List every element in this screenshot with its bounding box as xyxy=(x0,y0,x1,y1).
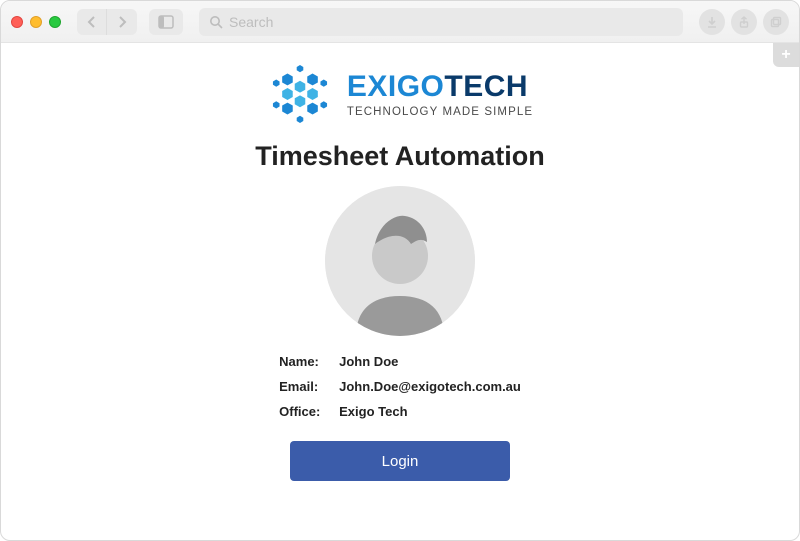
share-button[interactable] xyxy=(731,9,757,35)
toolbar-right xyxy=(699,9,789,35)
minimize-window-button[interactable] xyxy=(30,16,42,28)
sidebar-toggle-button[interactable] xyxy=(149,9,183,35)
office-label: Office: xyxy=(279,404,339,419)
browser-titlebar: Search xyxy=(1,1,799,43)
window-controls xyxy=(11,16,61,28)
brand-suffix: TECH xyxy=(444,70,528,103)
address-placeholder: Search xyxy=(229,14,273,30)
search-icon xyxy=(209,15,223,29)
brand-name: EXIGOTECH xyxy=(347,70,533,104)
new-tab-button[interactable]: + xyxy=(773,43,799,67)
user-email-row: Email: John.Doe@exigotech.com.au xyxy=(279,379,521,394)
tabs-button[interactable] xyxy=(763,9,789,35)
email-label: Email: xyxy=(279,379,339,394)
brand-prefix: EXIGO xyxy=(347,70,445,103)
maximize-window-button[interactable] xyxy=(49,16,61,28)
login-button[interactable]: Login xyxy=(290,441,510,481)
downloads-button[interactable] xyxy=(699,9,725,35)
user-info: Name: John Doe Email: John.Doe@exigotech… xyxy=(279,354,521,429)
back-button[interactable] xyxy=(77,9,107,35)
page-content: EXIGOTECH TECHNOLOGY MADE SIMPLE Timeshe… xyxy=(1,43,799,481)
user-name-row: Name: John Doe xyxy=(279,354,521,369)
avatar-placeholder-icon xyxy=(325,186,475,336)
close-window-button[interactable] xyxy=(11,16,23,28)
email-value: John.Doe@exigotech.com.au xyxy=(339,379,521,394)
forward-button[interactable] xyxy=(107,9,137,35)
nav-back-forward xyxy=(77,9,137,35)
page-title: Timesheet Automation xyxy=(255,141,545,172)
name-label: Name: xyxy=(279,354,339,369)
address-bar[interactable]: Search xyxy=(199,8,683,36)
exigotech-mark-icon xyxy=(267,61,333,127)
user-office-row: Office: Exigo Tech xyxy=(279,404,521,419)
brand-logo: EXIGOTECH TECHNOLOGY MADE SIMPLE xyxy=(267,61,533,127)
avatar xyxy=(325,186,475,336)
brand-tagline: TECHNOLOGY MADE SIMPLE xyxy=(347,106,533,118)
browser-window: Search + xyxy=(0,0,800,541)
office-value: Exigo Tech xyxy=(339,404,407,419)
name-value: John Doe xyxy=(339,354,398,369)
